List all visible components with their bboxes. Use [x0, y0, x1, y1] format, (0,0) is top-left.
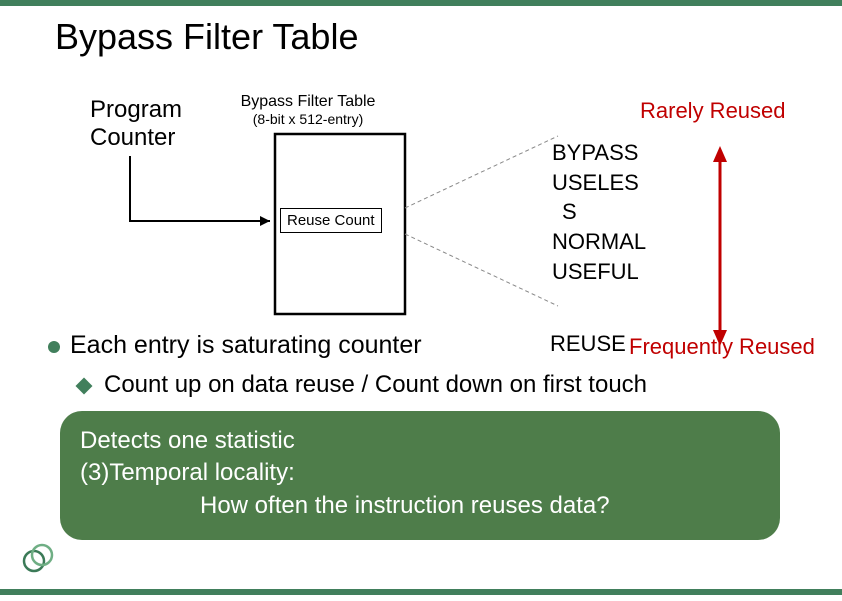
sub-bullet: Count up on data reuse / Count down on f…	[78, 371, 818, 399]
frequently-reused-label: Frequently Reused	[629, 334, 815, 360]
pc-arrowhead	[260, 216, 270, 226]
green-line3: How often the instruction reuses data?	[80, 490, 760, 522]
bullet-icon	[48, 341, 60, 353]
state-useful: USEFUL	[552, 257, 646, 287]
reuse-count-label: Reuse Count	[280, 208, 382, 233]
states-list: BYPASS USELES S NORMAL USEFUL	[552, 138, 646, 286]
green-callout: Detects one statistic (3)Temporal locali…	[60, 411, 780, 540]
state-normal: NORMAL	[552, 227, 646, 257]
slide: Bypass Filter Table Program Counter Bypa…	[0, 0, 842, 595]
rarely-reused-label: Rarely Reused	[640, 98, 786, 124]
green-line2: (3)Temporal locality:	[80, 457, 760, 489]
state-useless-1: USELES	[552, 168, 646, 198]
diamond-icon	[76, 378, 93, 395]
main-bullet-text: Each entry is saturating counter	[70, 331, 422, 360]
state-useless-2: S	[552, 197, 646, 227]
state-bypass: BYPASS	[552, 138, 646, 168]
sub-bullet-text: Count up on data reuse / Count down on f…	[104, 371, 647, 399]
dashed-bottom	[405, 234, 558, 306]
logo-icon	[20, 541, 54, 575]
green-line1: Detects one statistic	[80, 425, 760, 457]
red-arrowhead-up	[713, 146, 727, 162]
reuse-word: REUSE	[550, 331, 626, 357]
pc-arrow-path	[130, 156, 270, 221]
dashed-top	[405, 136, 558, 208]
